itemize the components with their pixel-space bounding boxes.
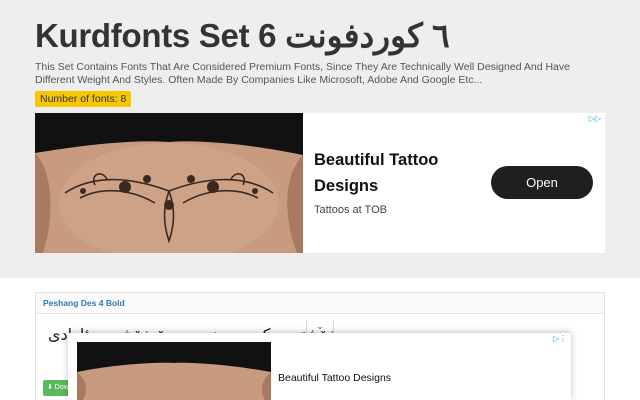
tattoo-ad-image[interactable]	[35, 113, 303, 253]
anchor-ad[interactable]: Beautiful Tattoo Designs ▷⋮	[68, 333, 571, 400]
font-name-link[interactable]: Peshang Des 4 Bold	[36, 293, 604, 314]
ad-headline[interactable]: Beautiful Tattoo Designs	[314, 147, 484, 199]
anchor-adchoices-icon[interactable]: ▷⋮	[553, 334, 567, 343]
anchor-ad-image[interactable]	[77, 342, 271, 400]
set-description: This Set Contains Fonts That Are Conside…	[35, 61, 570, 86]
ad-open-button[interactable]: Open	[491, 166, 593, 199]
adchoices-icon[interactable]: ▷▷	[589, 114, 601, 123]
page-title: Kurdfonts Set 6 ٦ كوردفونت	[35, 17, 450, 54]
anchor-ad-title[interactable]: Beautiful Tattoo Designs	[278, 372, 391, 384]
ad-banner[interactable]: Beautiful Tattoo Designs Tattoos at TOB …	[35, 113, 605, 253]
ad-subtitle[interactable]: Tattoos at TOB	[314, 204, 387, 216]
hero-section: Kurdfonts Set 6 ٦ كوردفونت This Set Cont…	[0, 0, 640, 278]
font-count-badge: Number of fonts: 8	[35, 91, 132, 107]
